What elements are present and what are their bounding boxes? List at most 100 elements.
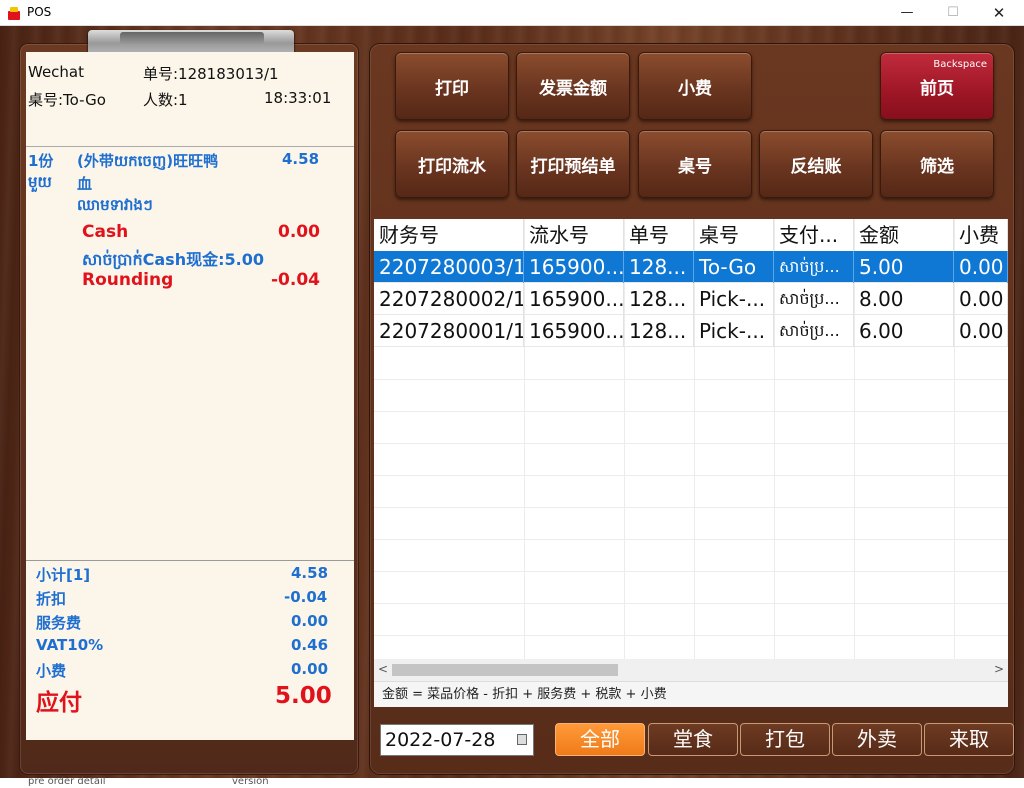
- grid-row-line: [374, 443, 1008, 444]
- grid-header: 财务号 流水号 单号 桌号 支付... 金额 小费: [374, 219, 1008, 251]
- grid-row-line: [374, 411, 1008, 412]
- cell-tip: 0.00: [954, 251, 1008, 283]
- grid-row-line: [374, 475, 1008, 476]
- cell-payment: សាច់ប្រ...: [774, 283, 854, 315]
- column-header[interactable]: 桌号: [694, 219, 774, 251]
- tip-button[interactable]: 小费: [638, 52, 752, 120]
- cell-serial-no: 165900...: [524, 315, 624, 347]
- column-header[interactable]: 金额: [854, 219, 954, 251]
- cell-finance-no: 2207280002/1: [374, 283, 524, 315]
- item-price: 4.58: [282, 150, 320, 168]
- vat-value: 0.46: [291, 636, 329, 654]
- cell-amount: 6.00: [854, 315, 954, 347]
- cell-finance-no: 2207280003/1: [374, 251, 524, 283]
- cash-value: 0.00: [278, 222, 320, 242]
- receipt-header: Wechat 单号:128183013/1 桌号:To-Go 人数:1 18:3…: [26, 52, 354, 147]
- cell-table-no: Pick-...: [694, 283, 774, 315]
- totals-divider: [26, 560, 354, 561]
- table-number: 桌号:To-Go: [28, 91, 106, 109]
- cell-order-no: 128...: [624, 315, 694, 347]
- home-button-label: 前页: [920, 78, 954, 99]
- close-button[interactable]: ✕: [976, 0, 1022, 26]
- column-header[interactable]: 小费: [954, 219, 1008, 251]
- cell-amount: 8.00: [854, 283, 954, 315]
- window-title: POS: [27, 5, 52, 19]
- cell-finance-no: 2207280001/1: [374, 315, 524, 347]
- tab-pickup[interactable]: 来取: [924, 723, 1014, 756]
- table-number-button[interactable]: 桌号: [638, 130, 752, 198]
- order-number: 单号:128183013/1: [143, 65, 279, 83]
- invoice-amount-button[interactable]: 发票金额: [516, 52, 630, 120]
- item-name-khmer: ឈាមទាវាងៗ: [77, 196, 153, 214]
- print-button[interactable]: 打印: [395, 52, 509, 120]
- table-row[interactable]: 2207280002/1 165900... 128... Pick-... ស…: [374, 283, 1008, 315]
- item-name-line2: 血: [77, 175, 93, 193]
- filter-button[interactable]: 筛选: [880, 130, 994, 198]
- order-channel: Wechat: [28, 63, 85, 81]
- column-header[interactable]: 支付...: [774, 219, 854, 251]
- unsettle-button[interactable]: 反结账: [759, 130, 873, 198]
- amount-due-value: 5.00: [275, 683, 332, 709]
- print-flow-button[interactable]: 打印流水: [395, 130, 509, 198]
- grid-row-line: [374, 635, 1008, 636]
- title-bar: POS — ☐ ✕: [0, 0, 1024, 26]
- tab-all[interactable]: 全部: [555, 723, 645, 756]
- tab-takeaway[interactable]: 打包: [740, 723, 830, 756]
- transactions-grid: 财务号 流水号 单号 桌号 支付... 金额 小费 2207280003/1 1…: [374, 219, 1008, 659]
- grid-row-line: [374, 603, 1008, 604]
- amount-formula: 金额 = 菜品价格 - 折扣 + 服务费 + 税款 + 小费: [374, 681, 1008, 707]
- grid-row-line: [374, 379, 1008, 380]
- print-prebill-button[interactable]: 打印预结单: [516, 130, 630, 198]
- order-time: 18:33:01: [264, 89, 332, 107]
- rounding-value: -0.04: [271, 270, 320, 290]
- tab-dine-in[interactable]: 堂食: [648, 723, 738, 756]
- service-fee-label: 服务费: [36, 614, 82, 632]
- home-button[interactable]: Backspace 前页: [880, 52, 994, 120]
- cash-label: Cash: [82, 222, 129, 242]
- grid-horizontal-scrollbar[interactable]: < >: [374, 659, 1008, 681]
- grid-row-line: [374, 539, 1008, 540]
- cell-table-no: To-Go: [694, 251, 774, 283]
- calendar-icon[interactable]: [517, 734, 527, 745]
- receipt-paper: Wechat 单号:128183013/1 桌号:To-Go 人数:1 18:3…: [26, 52, 354, 740]
- scroll-left-icon[interactable]: <: [378, 662, 388, 676]
- pos-app-icon: [8, 7, 20, 20]
- cell-table-no: Pick-...: [694, 315, 774, 347]
- cell-serial-no: 165900...: [524, 251, 624, 283]
- column-header[interactable]: 财务号: [374, 219, 524, 251]
- minimize-button[interactable]: —: [884, 0, 930, 26]
- cell-order-no: 128...: [624, 251, 694, 283]
- table-row[interactable]: 2207280001/1 165900... 128... Pick-... ស…: [374, 315, 1008, 347]
- clipboard-clip-inner: [120, 32, 264, 44]
- rounding-label: Rounding: [82, 270, 174, 290]
- item-name: (外带យកចេញ)旺旺鸭: [77, 152, 219, 170]
- cell-payment: សាច់ប្រ...: [774, 315, 854, 347]
- scrollbar-thumb[interactable]: [392, 664, 618, 676]
- bottom-right-text: version: [232, 776, 269, 787]
- scroll-right-icon[interactable]: >: [994, 662, 1004, 676]
- cell-tip: 0.00: [954, 283, 1008, 315]
- tip-value: 0.00: [291, 660, 329, 678]
- cash-note: សាច់ប្រាក់Cash现金:5.00: [82, 250, 264, 269]
- item-quantity-khmer: មួយ: [28, 173, 52, 191]
- backspace-hint: Backspace: [933, 59, 987, 70]
- subtotal-value: 4.58: [291, 564, 329, 582]
- date-picker[interactable]: 2022-07-28: [380, 724, 534, 756]
- maximize-button[interactable]: ☐: [930, 0, 976, 26]
- item-quantity: 1份: [28, 152, 54, 170]
- cell-serial-no: 165900...: [524, 283, 624, 315]
- tab-delivery[interactable]: 外卖: [832, 723, 922, 756]
- column-header[interactable]: 单号: [624, 219, 694, 251]
- discount-value: -0.04: [284, 588, 328, 606]
- service-fee-value: 0.00: [291, 612, 329, 630]
- table-row[interactable]: 2207280003/1 165900... 128... To-Go សាច់…: [374, 251, 1008, 283]
- bottom-strip: pre order detail version: [0, 776, 1024, 788]
- cell-order-no: 128...: [624, 283, 694, 315]
- vat-label: VAT10%: [36, 636, 104, 654]
- tip-label: 小费: [36, 662, 67, 680]
- discount-label: 折扣: [36, 590, 67, 608]
- cell-tip: 0.00: [954, 315, 1008, 347]
- guest-count: 人数:1: [143, 91, 188, 109]
- date-value: 2022-07-28: [385, 729, 496, 751]
- column-header[interactable]: 流水号: [524, 219, 624, 251]
